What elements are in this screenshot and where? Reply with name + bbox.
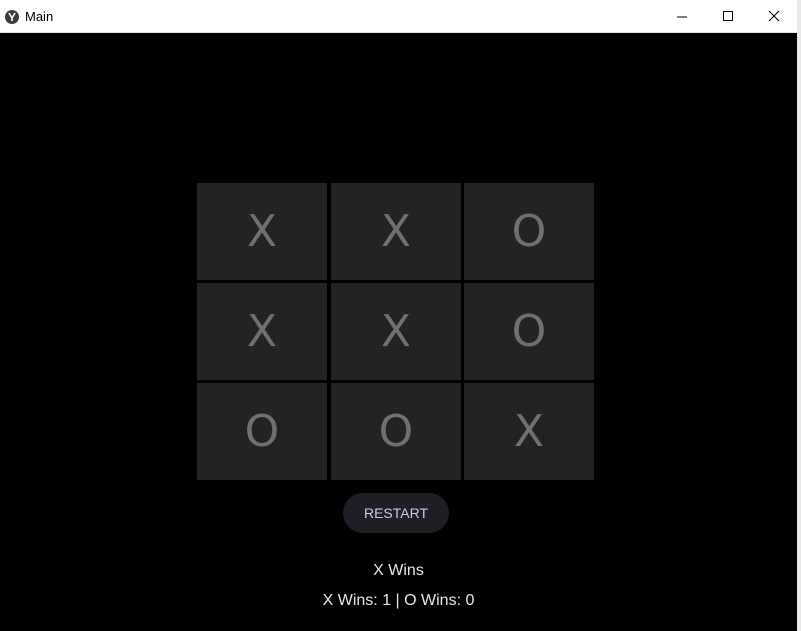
minimize-button[interactable]	[659, 0, 705, 32]
board-cell-3[interactable]: O	[464, 183, 594, 280]
close-button[interactable]	[751, 0, 797, 32]
board-cell-2[interactable]: X	[331, 183, 461, 280]
app-window: Main X X O X X O O O X RESTART X Wins X …	[0, 0, 798, 631]
window-title: Main	[25, 9, 54, 24]
board-cell-4[interactable]: X	[197, 283, 327, 380]
board-cell-8[interactable]: O	[331, 383, 461, 480]
board-cell-9[interactable]: X	[464, 383, 594, 480]
window-edge	[797, 0, 801, 631]
title-bar[interactable]: Main	[0, 0, 797, 33]
game-board: X X O X X O O O X	[197, 183, 595, 481]
board-cell-7[interactable]: O	[197, 383, 327, 480]
board-cell-6[interactable]: O	[464, 283, 594, 380]
maximize-icon	[723, 11, 733, 21]
kivy-logo-icon	[5, 10, 19, 24]
close-icon	[768, 10, 780, 22]
board-cell-1[interactable]: X	[197, 183, 327, 280]
minimize-icon	[677, 16, 687, 18]
board-cell-5[interactable]: X	[331, 283, 461, 380]
maximize-button[interactable]	[705, 0, 751, 32]
winner-status: X Wins	[373, 562, 424, 579]
restart-button[interactable]: RESTART	[343, 493, 449, 533]
score-status: X Wins: 1 | O Wins: 0	[322, 592, 475, 609]
